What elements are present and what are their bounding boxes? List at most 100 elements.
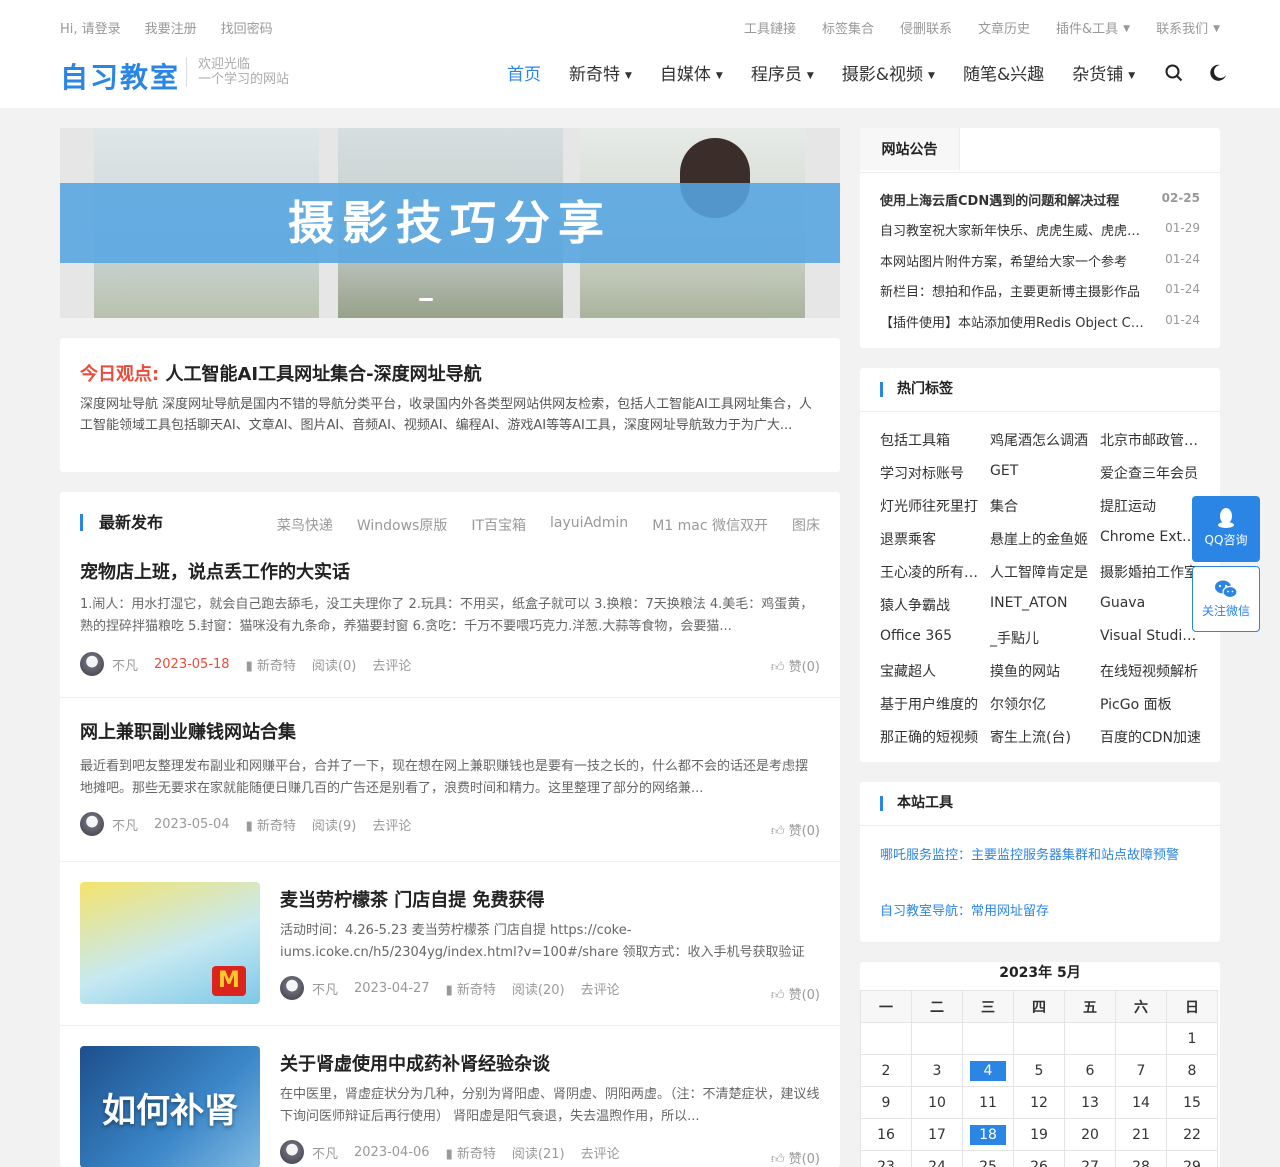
hot-tag[interactable]: 宝藏超人	[880, 661, 984, 681]
top-link-tools[interactable]: 工具鏈接	[744, 18, 796, 37]
hot-tag[interactable]: 王心凌的所有歌曲	[880, 562, 984, 582]
nav-item-media[interactable]: 自媒体 ▼	[660, 60, 723, 85]
hot-tag[interactable]: 摸鱼的网站	[990, 661, 1094, 681]
latest-tag[interactable]: Windows原版	[357, 515, 448, 535]
calendar-day[interactable]: 4	[962, 1054, 1014, 1087]
latest-tag[interactable]: M1 mac 微信双开	[652, 515, 768, 535]
tool-link-nav[interactable]: 自习教室导航：常用网址留存	[880, 901, 1200, 922]
hot-tag[interactable]: 灯光师往死里打	[880, 496, 984, 516]
hot-tag[interactable]: 鸡尾酒怎么调酒	[990, 430, 1094, 450]
hot-tag[interactable]: 在线短视频解析	[1100, 661, 1204, 681]
post-category[interactable]: ▮ 新奇特	[446, 1143, 496, 1162]
tab-site-notice[interactable]: 网站公告	[860, 128, 960, 172]
hot-tag[interactable]: 退票乘客	[880, 529, 984, 549]
latest-tag[interactable]: IT百宝箱	[471, 515, 526, 535]
calendar-day: 7	[1115, 1054, 1167, 1087]
latest-tag[interactable]: layuiAdmin	[550, 515, 628, 535]
post-comment-link[interactable]: 去评论	[581, 1143, 620, 1162]
hot-tag[interactable]: 提肛运动	[1100, 496, 1204, 516]
search-icon[interactable]	[1163, 62, 1185, 84]
hot-tag[interactable]: INET_ATON	[990, 595, 1094, 611]
calendar-day-link[interactable]: 18	[970, 1124, 1006, 1145]
post-author[interactable]: 不凡	[112, 815, 138, 834]
hot-tag[interactable]: 爱企查三年会员	[1100, 463, 1204, 483]
hot-tag[interactable]: 人工智障肯定是	[990, 562, 1094, 582]
post-category[interactable]: ▮ 新奇特	[246, 815, 296, 834]
carousel-indicator[interactable]	[419, 298, 433, 301]
avatar[interactable]	[80, 652, 104, 676]
hot-tag[interactable]: 学习对标账号	[880, 463, 984, 483]
post-title[interactable]: 网上兼职副业赚钱网站合集	[80, 718, 296, 744]
post-thumbnail[interactable]: M	[80, 882, 260, 1004]
hot-tag[interactable]: 集合	[990, 496, 1094, 516]
post-title[interactable]: 麦当劳柠檬茶 门店自提 免费获得	[280, 886, 545, 912]
post-author[interactable]: 不凡	[312, 1143, 338, 1162]
top-link-history[interactable]: 文章历史	[978, 18, 1030, 37]
notice-item[interactable]: 本网站图片附件方案，希望给大家一个参考 01-24	[880, 251, 1200, 270]
hot-tag[interactable]: 那正确的短视频	[880, 727, 984, 747]
hot-tag[interactable]: 包括工具箱	[880, 430, 984, 450]
post-thumbnail[interactable]: 如何补肾	[80, 1046, 260, 1167]
post-comment-link[interactable]: 去评论	[372, 655, 411, 674]
hot-tag[interactable]: 悬崖上的金鱼姬	[990, 529, 1094, 549]
hot-tag[interactable]: Guava	[1100, 595, 1204, 611]
top-link-tags[interactable]: 标签集合	[822, 18, 874, 37]
top-link-contact[interactable]: 联系我们 ▼	[1156, 18, 1220, 37]
nav-item-shop[interactable]: 杂货铺 ▼	[1072, 60, 1135, 85]
post-category[interactable]: ▮ 新奇特	[246, 655, 296, 674]
avatar[interactable]	[80, 812, 104, 836]
dark-mode-icon[interactable]	[1207, 62, 1229, 84]
hot-tag[interactable]: GET	[990, 463, 1094, 479]
post-author[interactable]: 不凡	[312, 979, 338, 998]
hot-tag[interactable]: 尔领尔亿	[990, 694, 1094, 714]
tool-link-monitor[interactable]: 哪吒服务监控：主要监控服务器集群和站点故障预警	[880, 845, 1200, 866]
post-title[interactable]: 宠物店上班，说点丢工作的大实话	[80, 558, 350, 584]
nav-item-photo-video[interactable]: 摄影&视频 ▼	[842, 60, 935, 85]
hot-tag[interactable]: PicGo 面板	[1100, 694, 1204, 714]
hot-tag[interactable]: 摄影婚拍工作室	[1100, 562, 1204, 582]
wechat-follow-button[interactable]: 关注微信	[1192, 566, 1260, 632]
hot-tag[interactable]: 基于用户维度的	[880, 694, 984, 714]
hot-tag[interactable]: 猿人争霸战	[880, 595, 984, 615]
latest-tag[interactable]: 菜鸟快递	[277, 515, 333, 535]
nav-item-home[interactable]: 首页	[507, 60, 541, 85]
hot-tag[interactable]: 北京市邮政管理局	[1100, 430, 1204, 450]
calendar-week-row: 2345678	[860, 1054, 1218, 1087]
nav-item-programmer[interactable]: 程序员 ▼	[751, 60, 814, 85]
post-category[interactable]: ▮ 新奇特	[446, 979, 496, 998]
notice-item[interactable]: 新栏目：想拍和作品，主要更新博主摄影作品 01-24	[880, 281, 1200, 300]
avatar[interactable]	[280, 1140, 304, 1164]
notice-item[interactable]: 使用上海云盾CDN遇到的问题和解决过程 02-25	[880, 190, 1200, 209]
avatar[interactable]	[280, 976, 304, 1000]
recover-password-link[interactable]: 找回密码	[221, 18, 273, 37]
login-link[interactable]: Hi, 请登录	[60, 18, 121, 37]
register-link[interactable]: 我要注册	[145, 18, 197, 37]
hot-tag[interactable]: _手點儿	[990, 628, 1094, 648]
post-like-button[interactable]: 👍︎ 赞(0)	[771, 984, 820, 1003]
calendar-day[interactable]: 18	[962, 1118, 1014, 1151]
post-title[interactable]: 关于肾虚使用中成药补肾经验杂谈	[280, 1050, 550, 1076]
hero-banner[interactable]: 摄影技巧分享	[60, 128, 840, 318]
nav-item-novelty[interactable]: 新奇特 ▼	[569, 60, 632, 85]
hot-tag[interactable]: Chrome Extension	[1100, 529, 1204, 545]
hot-tag[interactable]: Visual Studio Code	[1100, 628, 1204, 644]
latest-tag[interactable]: 图床	[792, 515, 820, 535]
notice-item[interactable]: 自习教室祝大家新年快乐、虎虎生威、虎虎生财 01-29	[880, 220, 1200, 239]
top-link-takedown[interactable]: 侵删联系	[900, 18, 952, 37]
site-logo[interactable]: 自习教室	[60, 56, 180, 96]
calendar-day-link[interactable]: 4	[970, 1060, 1006, 1081]
post-like-button[interactable]: 👍︎ 赞(0)	[771, 1148, 820, 1167]
today-title[interactable]: 今日观点: 人工智能AI工具网址集合-深度网址导航	[80, 360, 820, 386]
post-author[interactable]: 不凡	[112, 655, 138, 674]
qq-consult-button[interactable]: QQ咨询	[1192, 496, 1260, 562]
post-comment-link[interactable]: 去评论	[372, 815, 411, 834]
post-like-button[interactable]: 👍︎ 赞(0)	[771, 820, 820, 839]
nav-item-essay[interactable]: 随笔&兴趣	[963, 60, 1044, 85]
hot-tag[interactable]: 百度的CDN加速	[1100, 727, 1204, 747]
top-link-plugins[interactable]: 插件&工具 ▼	[1056, 18, 1130, 37]
post-comment-link[interactable]: 去评论	[581, 979, 620, 998]
post-like-button[interactable]: 👍︎ 赞(0)	[771, 656, 820, 675]
hot-tag[interactable]: Office 365	[880, 628, 984, 644]
hot-tag[interactable]: 寄生上流(台)	[990, 727, 1094, 747]
notice-item[interactable]: 【插件使用】本站添加使用Redis Object Cache 01-24	[880, 312, 1200, 331]
